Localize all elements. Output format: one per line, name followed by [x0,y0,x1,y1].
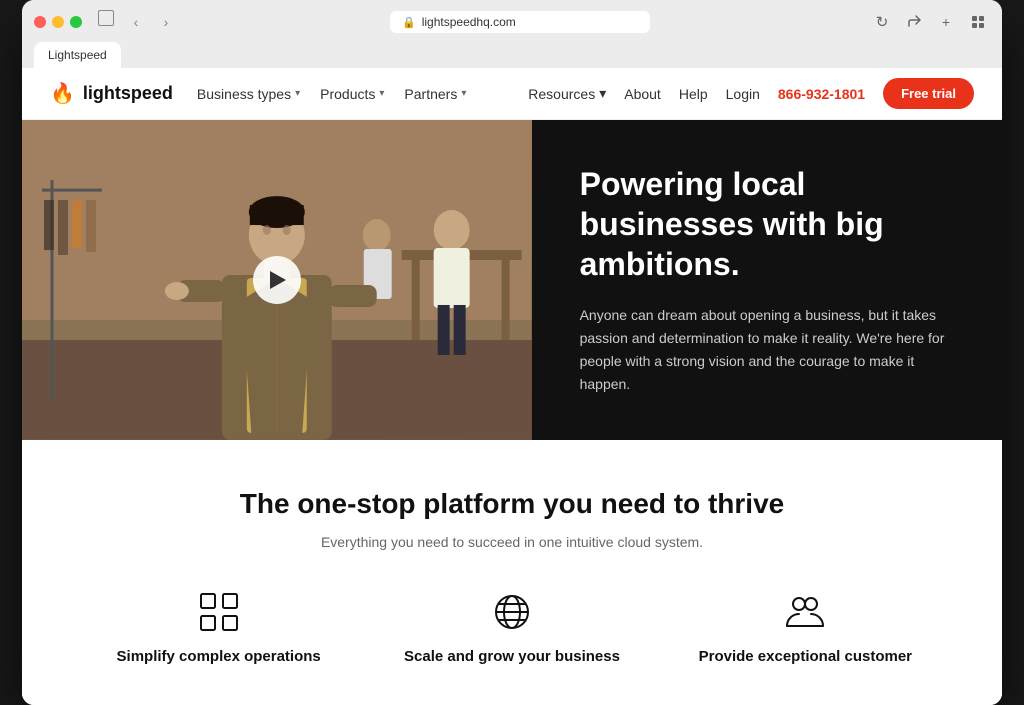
share-button[interactable] [902,10,926,34]
nav-about[interactable]: About [624,86,661,102]
nav-left: 🔥 lightspeed Business types ▾ Products ▾… [50,81,466,106]
lock-icon: 🔒 [402,16,416,29]
nav-products[interactable]: Products ▾ [320,86,384,102]
maximize-button[interactable] [70,16,82,28]
chevron-down-icon: ▾ [379,88,384,99]
free-trial-button[interactable]: Free trial [883,78,974,109]
feature-simplify-label: Simplify complex operations [117,648,321,665]
platform-title: The one-stop platform you need to thrive [82,488,942,520]
nav-products-label: Products [320,86,375,102]
phone-number[interactable]: 866-932-1801 [778,86,865,102]
browser-controls: ‹ › [98,10,178,34]
navbar: 🔥 lightspeed Business types ▾ Products ▾… [22,68,1002,120]
features-row: Simplify complex operations Scale and g [82,590,942,665]
tab-title: Lightspeed [48,48,107,62]
refresh-button[interactable]: ↻ [870,10,894,34]
nav-business-types[interactable]: Business types ▾ [197,86,300,102]
hero-image [22,120,532,440]
hero-section: Powering local businesses with big ambit… [22,120,1002,440]
url-display: lightspeedhq.com [422,15,516,29]
address-box[interactable]: 🔒 lightspeedhq.com [390,11,650,33]
feature-customer-label: Provide exceptional customer [699,648,912,665]
browser-actions: ↻ + [870,10,990,34]
browser-window: ‹ › 🔒 lightspeedhq.com ↻ + [22,0,1002,705]
website-content: 🔥 lightspeed Business types ▾ Products ▾… [22,68,1002,705]
nav-partners-label: Partners [404,86,457,102]
grid-icon [197,590,241,634]
browser-addressbar: 🔒 lightspeedhq.com [186,11,854,33]
traffic-lights [34,16,82,28]
nav-business-types-label: Business types [197,86,291,102]
feature-customer: Provide exceptional customer [669,590,942,665]
feature-scale: Scale and grow your business [375,590,648,665]
extensions-button[interactable] [966,10,990,34]
chevron-down-icon: ▾ [461,88,466,99]
nav-links-left: Business types ▾ Products ▾ Partners ▾ [197,86,466,102]
nav-about-label: About [624,86,661,102]
nav-help[interactable]: Help [679,86,708,102]
logo[interactable]: 🔥 lightspeed [50,81,173,106]
window-layout-icon [98,10,114,26]
play-button[interactable] [253,256,301,304]
hero-heading: Powering local businesses with big ambit… [580,164,954,284]
chevron-down-icon: ▾ [295,88,300,99]
add-tab-button[interactable]: + [934,10,958,34]
active-tab[interactable]: Lightspeed [34,42,121,68]
close-button[interactable] [34,16,46,28]
feature-simplify: Simplify complex operations [82,590,355,665]
nav-resources[interactable]: Resources ▾ [528,85,606,102]
browser-titlebar: ‹ › 🔒 lightspeedhq.com ↻ + [34,10,990,34]
logo-text: lightspeed [83,83,173,104]
play-icon [270,271,286,289]
minimize-button[interactable] [52,16,64,28]
back-button[interactable]: ‹ [124,10,148,34]
platform-subtitle: Everything you need to succeed in one in… [82,534,942,550]
chevron-down-icon: ▾ [599,85,606,102]
nav-partners[interactable]: Partners ▾ [404,86,466,102]
nav-login-label: Login [726,86,760,102]
hero-dark-panel: Powering local businesses with big ambit… [532,120,1002,440]
browser-chrome: ‹ › 🔒 lightspeedhq.com ↻ + [22,0,1002,68]
forward-button[interactable]: › [154,10,178,34]
browser-tabs: Lightspeed [34,42,990,68]
nav-right: Resources ▾ About Help Login 866-932-180… [528,78,974,109]
hero-text: Powering local businesses with big ambit… [580,164,954,396]
feature-scale-label: Scale and grow your business [404,648,620,665]
hero-body: Anyone can dream about opening a busines… [580,304,954,396]
platform-section: The one-stop platform you need to thrive… [22,440,1002,705]
globe-icon [490,590,534,634]
nav-login[interactable]: Login [726,86,760,102]
nav-resources-label: Resources [528,86,595,102]
people-icon [783,590,827,634]
nav-help-label: Help [679,86,708,102]
logo-flame-icon: 🔥 [50,81,75,106]
